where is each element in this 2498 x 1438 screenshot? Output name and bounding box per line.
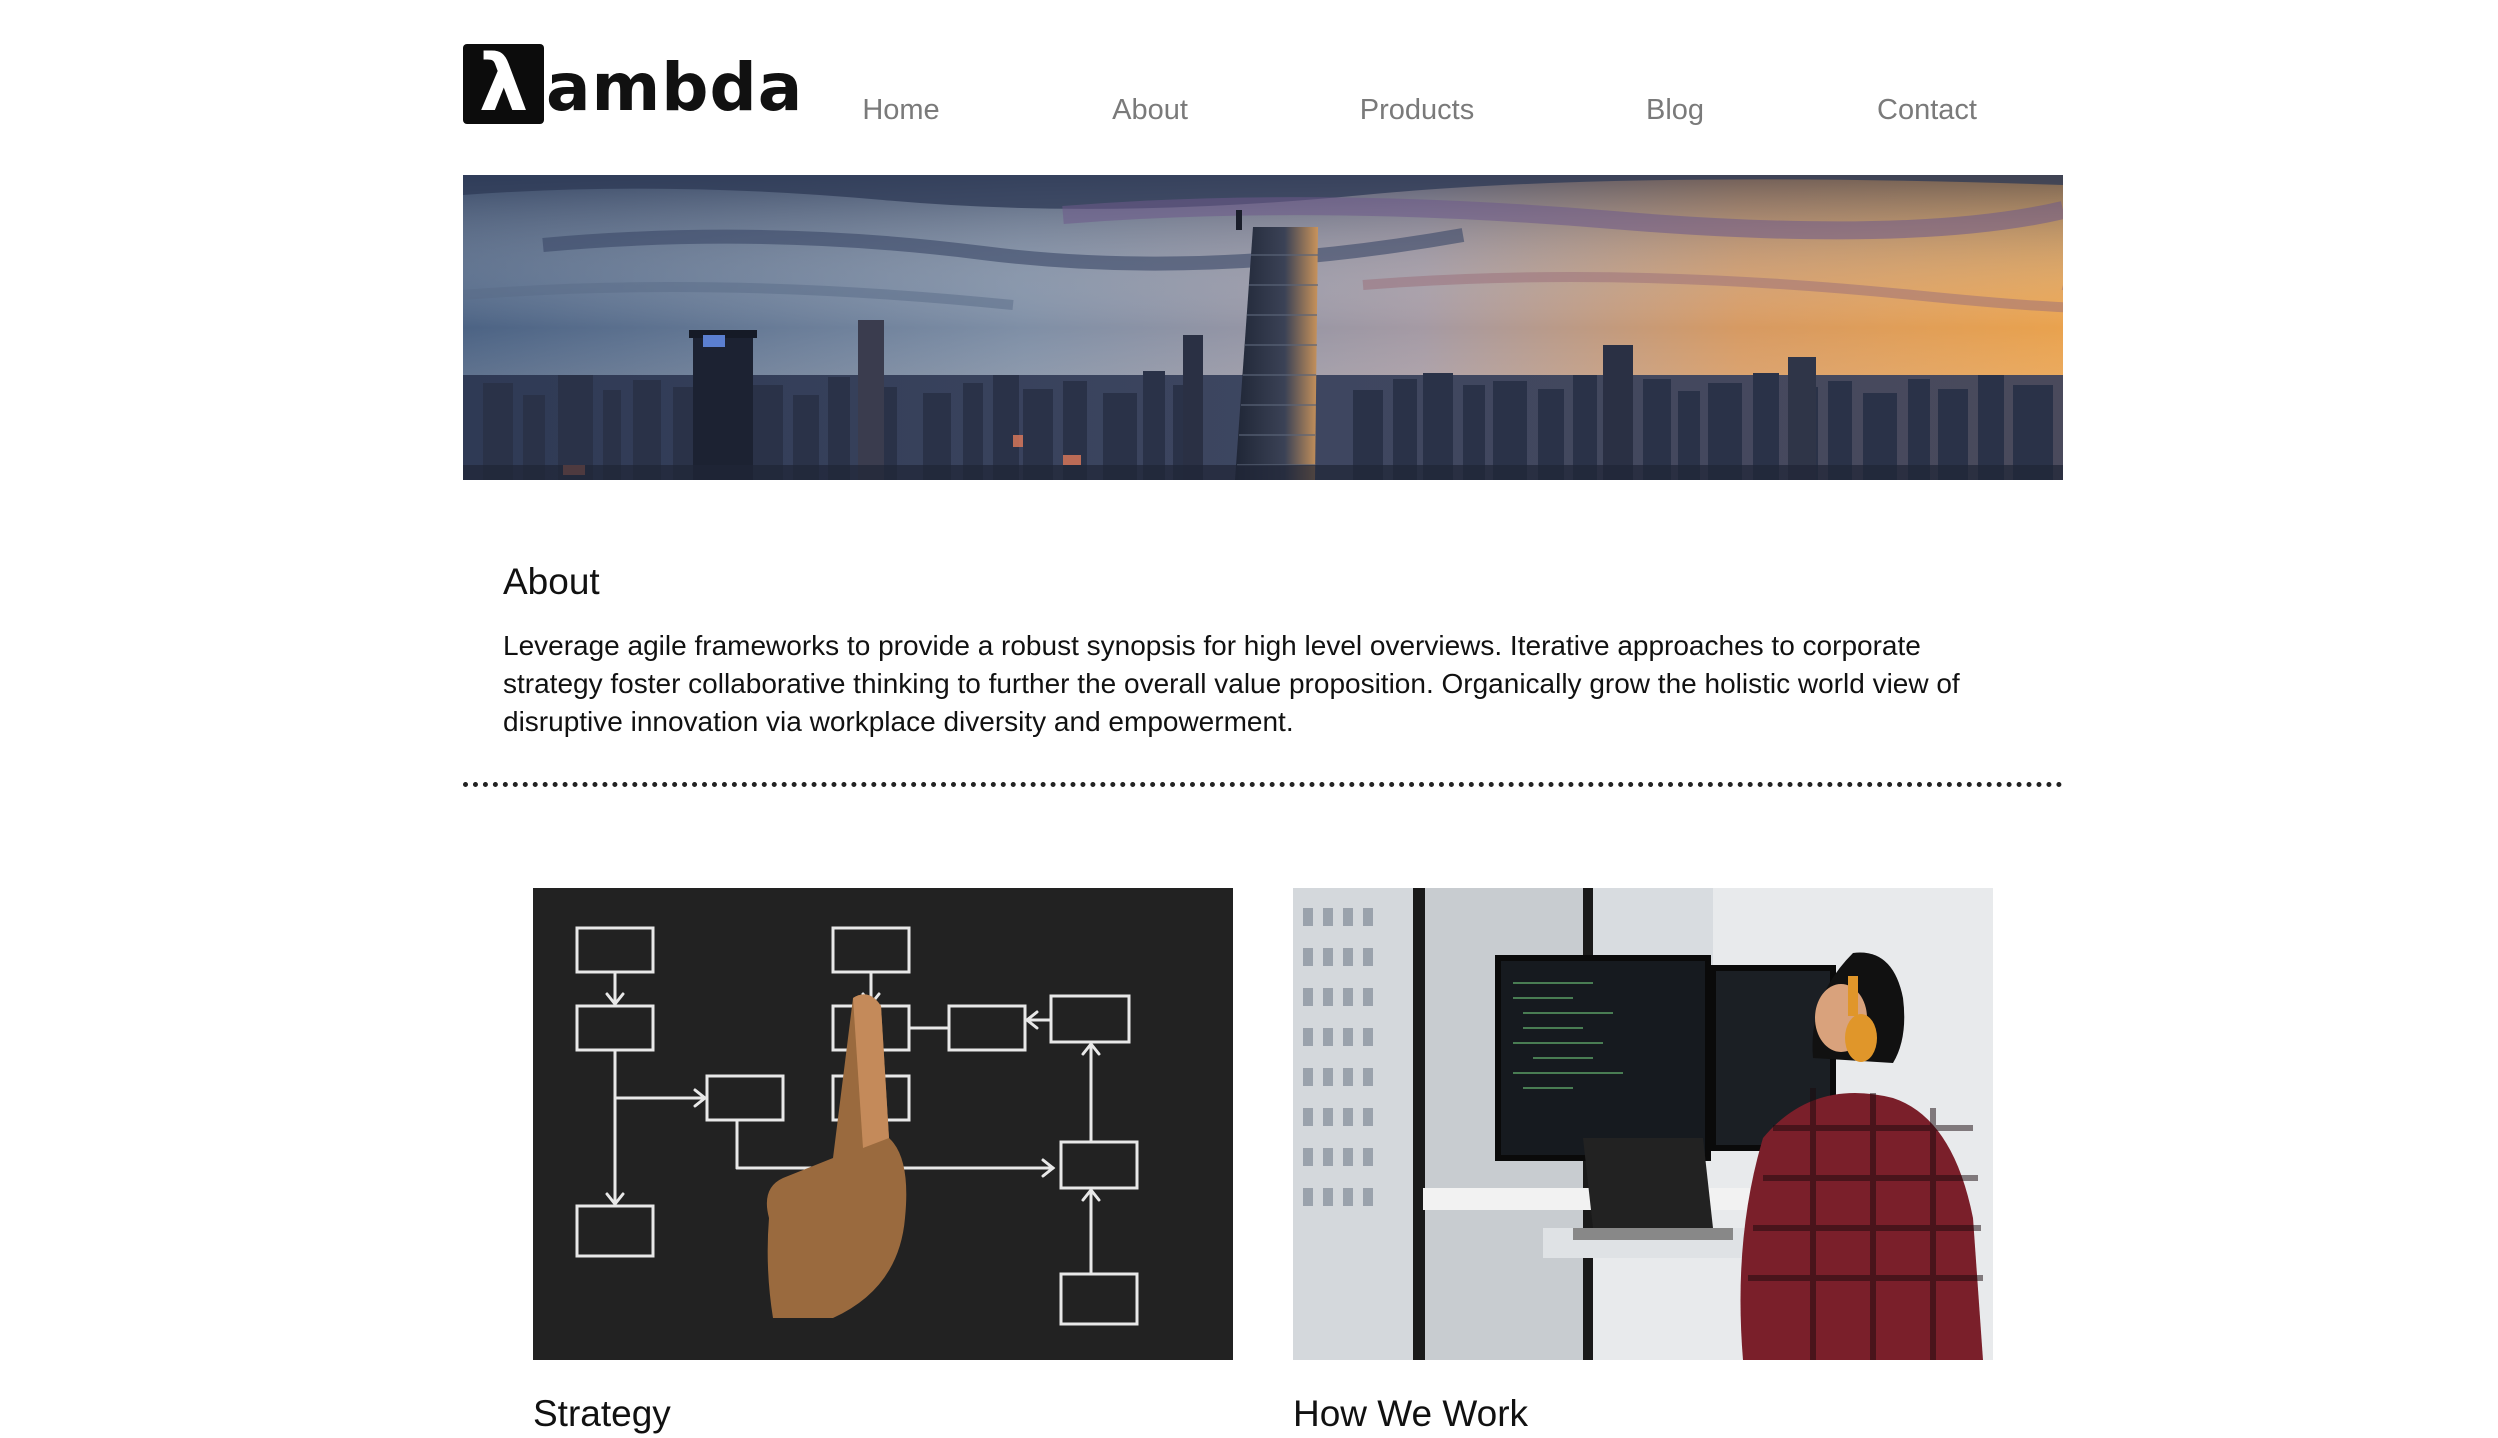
site-header: λ ambda Home About Products Blog Contact — [463, 0, 2063, 175]
section-divider — [463, 782, 2063, 787]
nav-blog[interactable]: Blog — [1646, 88, 1704, 132]
main-nav: Home About Products Blog Contact — [463, 88, 2063, 132]
card-title-strategy: Strategy — [533, 1393, 671, 1434]
about-paragraph: Leverage agile frameworks to provide a r… — [503, 630, 1960, 737]
how-we-work-image — [1293, 888, 1993, 1360]
nav-about[interactable]: About — [1112, 88, 1188, 132]
about-heading: About — [503, 561, 600, 602]
hero-banner-image — [463, 175, 2063, 480]
nav-products[interactable]: Products — [1360, 88, 1474, 132]
card-title-how-we-work: How We Work — [1293, 1393, 1529, 1434]
page-container: λ ambda Home About Products Blog Contact — [463, 0, 2063, 1434]
strategy-image — [533, 888, 1233, 1360]
nav-home[interactable]: Home — [862, 88, 939, 132]
nav-contact[interactable]: Contact — [1877, 88, 1977, 132]
